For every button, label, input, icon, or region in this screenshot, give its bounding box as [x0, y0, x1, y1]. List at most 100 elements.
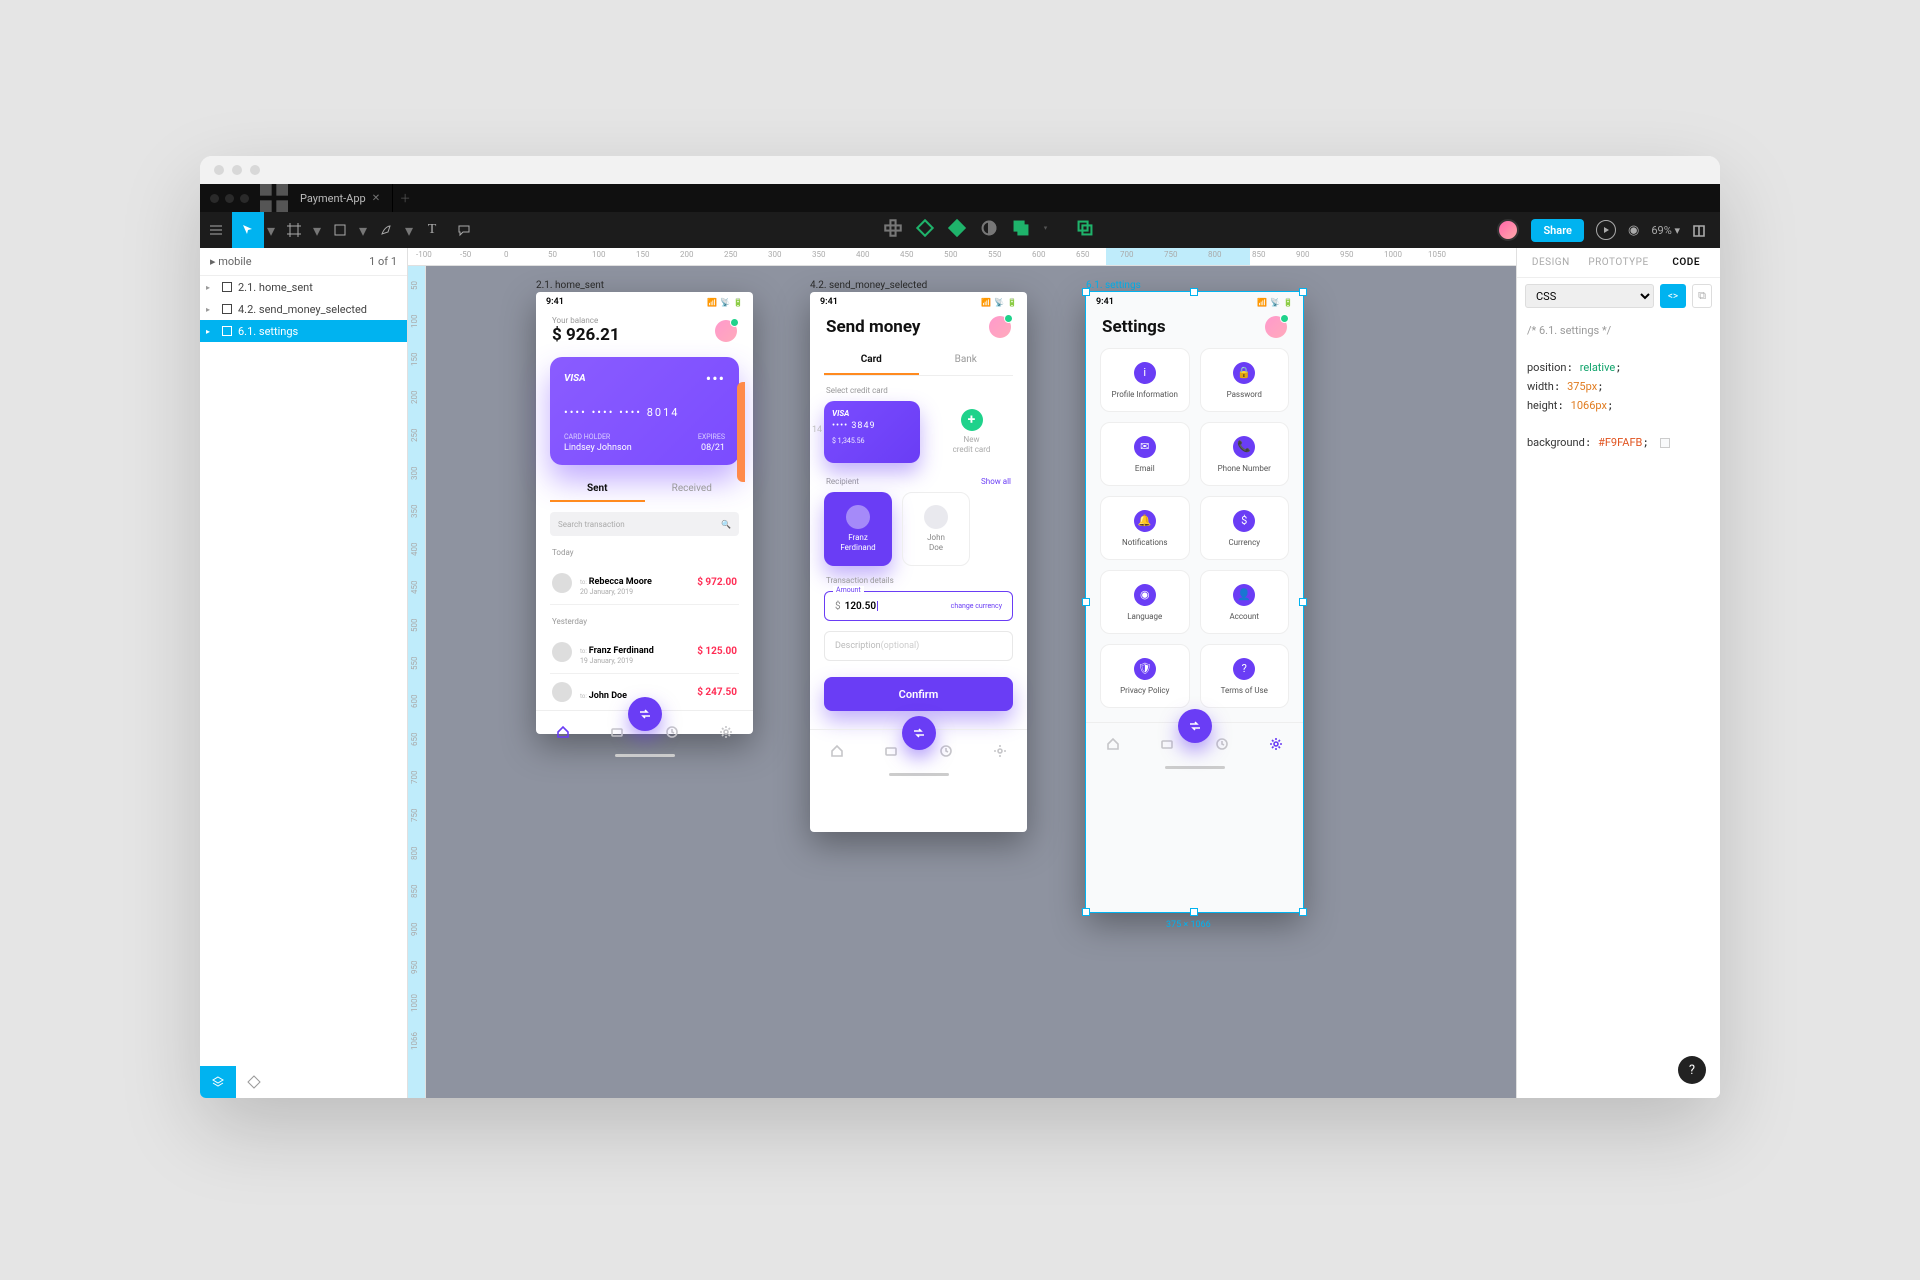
canvas-tools-chevron[interactable]: ▾	[1044, 224, 1062, 242]
layer-row[interactable]: ▸4.2. send_money_selected	[200, 298, 407, 320]
selection-handle[interactable]	[1082, 908, 1090, 916]
nav-settings-icon[interactable]	[1269, 736, 1283, 750]
component-icon[interactable]	[884, 219, 902, 237]
settings-card[interactable]: 📞Phone Number	[1200, 422, 1290, 486]
layer-row-selected[interactable]: ▸6.1. settings	[200, 320, 407, 342]
fab-transfer[interactable]	[628, 697, 662, 731]
text-tool[interactable]: T	[416, 212, 448, 248]
tab-prototype[interactable]: PROTOTYPE	[1585, 248, 1653, 277]
nav-wallet-icon[interactable]	[1160, 736, 1174, 750]
shape-tool[interactable]	[324, 212, 356, 248]
tab-received[interactable]: Received	[645, 483, 740, 502]
shape-tool-chevron[interactable]: ▾	[356, 212, 370, 248]
selection-handle[interactable]	[1082, 598, 1090, 606]
transaction-row[interactable]: to:Rebecca Moore20 January, 2019 $ 972.0…	[550, 561, 739, 605]
boolean-intersect-icon[interactable]	[1012, 219, 1030, 237]
move-tool-chevron[interactable]: ▾	[264, 212, 278, 248]
confirm-button[interactable]: Confirm	[824, 677, 1013, 711]
nav-wallet-icon[interactable]	[884, 743, 898, 757]
transaction-row[interactable]: to:Franz Ferdinand19 January, 2019 $ 125…	[550, 630, 739, 674]
frame-tool-chevron[interactable]: ▾	[310, 212, 324, 248]
tab-code[interactable]: CODE	[1652, 248, 1720, 277]
move-tool[interactable]	[232, 212, 264, 248]
nav-settings-icon[interactable]	[719, 724, 733, 738]
avatar[interactable]	[989, 316, 1011, 338]
present-icon[interactable]	[1596, 220, 1616, 240]
selection-handle[interactable]	[1082, 288, 1090, 296]
settings-card[interactable]: ◉Language	[1100, 570, 1190, 634]
mask-icon[interactable]	[980, 219, 998, 237]
tab-design[interactable]: DESIGN	[1517, 248, 1585, 277]
tab-card[interactable]: Card	[824, 346, 919, 375]
frame-tool[interactable]	[278, 212, 310, 248]
amount-input[interactable]: Amount $ 120.50 change currency	[824, 591, 1013, 621]
add-tab-button[interactable]: ＋	[393, 190, 417, 206]
fab-transfer[interactable]	[902, 716, 936, 750]
fab-transfer[interactable]	[1178, 709, 1212, 743]
description-input[interactable]: Description (optional)	[824, 631, 1013, 661]
artboard-label[interactable]: 4.2. send_money_selected	[810, 280, 927, 291]
help-docs-icon[interactable]	[1692, 223, 1706, 237]
tab-sent[interactable]: Sent	[550, 483, 645, 502]
boolean-subtract-icon[interactable]	[948, 219, 966, 237]
page-selector[interactable]: ▸ mobile 1 of 1	[200, 248, 407, 276]
selection-handle[interactable]	[1299, 908, 1307, 916]
layer-row[interactable]: ▸2.1. home_sent	[200, 276, 407, 298]
settings-card[interactable]: ✉Email	[1100, 422, 1190, 486]
code-icon[interactable]: <>	[1660, 284, 1686, 308]
artboard-label[interactable]: 2.1. home_sent	[536, 280, 604, 291]
artboard-send-money[interactable]: 9:41📶📡🔋 Send money Card Bank Select cred…	[810, 292, 1027, 832]
selection-handle[interactable]	[1190, 908, 1198, 916]
nav-settings-icon[interactable]	[993, 743, 1007, 757]
settings-card[interactable]: 🔔Notifications	[1100, 496, 1190, 560]
selection-handle[interactable]	[1299, 288, 1307, 296]
nav-home-icon[interactable]	[556, 724, 570, 738]
settings-card[interactable]: ?Terms of Use	[1200, 644, 1290, 708]
artboard-label-selected[interactable]: 6.1. settings	[1086, 280, 1141, 291]
artboard-settings[interactable]: 9:41📶📡🔋 Settings iProfile Information🔒Pa…	[1086, 292, 1303, 912]
nav-home-icon[interactable]	[830, 743, 844, 757]
nav-activity-icon[interactable]	[939, 743, 953, 757]
zoom-level[interactable]: 69% ▾	[1651, 224, 1680, 237]
view-settings-icon[interactable]: ◉	[1628, 223, 1639, 238]
boolean-union-icon[interactable]	[916, 219, 934, 237]
credit-card[interactable]: VISA ••• •••• •••• •••• 8014 CARD HOLDER…	[550, 357, 739, 465]
nav-activity-icon[interactable]	[1215, 736, 1229, 750]
artboard-home[interactable]: 9:41 📶📡🔋 Your balance $ 926.21 VISA ••• …	[536, 292, 753, 734]
settings-card[interactable]: 👤Account	[1200, 570, 1290, 634]
file-tab[interactable]: Payment-App ✕	[288, 184, 393, 212]
new-card-button[interactable]: + New credit card	[930, 401, 1013, 463]
search-input[interactable]: Search transaction 🔍	[550, 512, 739, 536]
selection-handle[interactable]	[1190, 288, 1198, 296]
change-currency-link[interactable]: change currency	[951, 602, 1002, 610]
code-output[interactable]: /* 6.1. settings */ position: relative; …	[1517, 318, 1720, 457]
assets-tab-icon[interactable]	[236, 1066, 272, 1098]
boolean-exclude-icon[interactable]	[1076, 219, 1094, 237]
recipient-selected[interactable]: Franz Ferdinand	[824, 492, 892, 566]
user-avatar[interactable]	[1497, 219, 1519, 241]
code-language-select[interactable]: CSS	[1525, 284, 1654, 308]
close-icon[interactable]: ✕	[372, 193, 380, 204]
pen-tool[interactable]	[370, 212, 402, 248]
menu-icon[interactable]	[200, 212, 232, 248]
nav-home-icon[interactable]	[1106, 736, 1120, 750]
nav-wallet-icon[interactable]	[610, 724, 624, 738]
tab-bank[interactable]: Bank	[919, 346, 1014, 375]
nav-activity-icon[interactable]	[665, 724, 679, 738]
canvas[interactable]: 2.1. home_sent 9:41 📶📡🔋 Your balance $ 9…	[426, 266, 1516, 1098]
settings-card[interactable]: iProfile Information	[1100, 348, 1190, 412]
avatar[interactable]	[715, 320, 737, 342]
share-button[interactable]: Share	[1531, 219, 1584, 242]
settings-card[interactable]: 🛡Privacy Policy	[1100, 644, 1190, 708]
layers-tab-icon[interactable]	[200, 1066, 236, 1098]
settings-card[interactable]: 🔒Password	[1200, 348, 1290, 412]
settings-card[interactable]: $Currency	[1200, 496, 1290, 560]
selection-handle[interactable]	[1299, 598, 1307, 606]
grid-icon[interactable]	[260, 184, 288, 212]
comment-tool[interactable]	[448, 212, 480, 248]
recipient[interactable]: John Doe	[902, 492, 970, 566]
help-button[interactable]: ?	[1678, 1056, 1706, 1084]
pen-tool-chevron[interactable]: ▾	[402, 212, 416, 248]
copy-icon[interactable]: ⧉	[1692, 284, 1712, 308]
show-all-link[interactable]: Show all	[981, 477, 1011, 486]
